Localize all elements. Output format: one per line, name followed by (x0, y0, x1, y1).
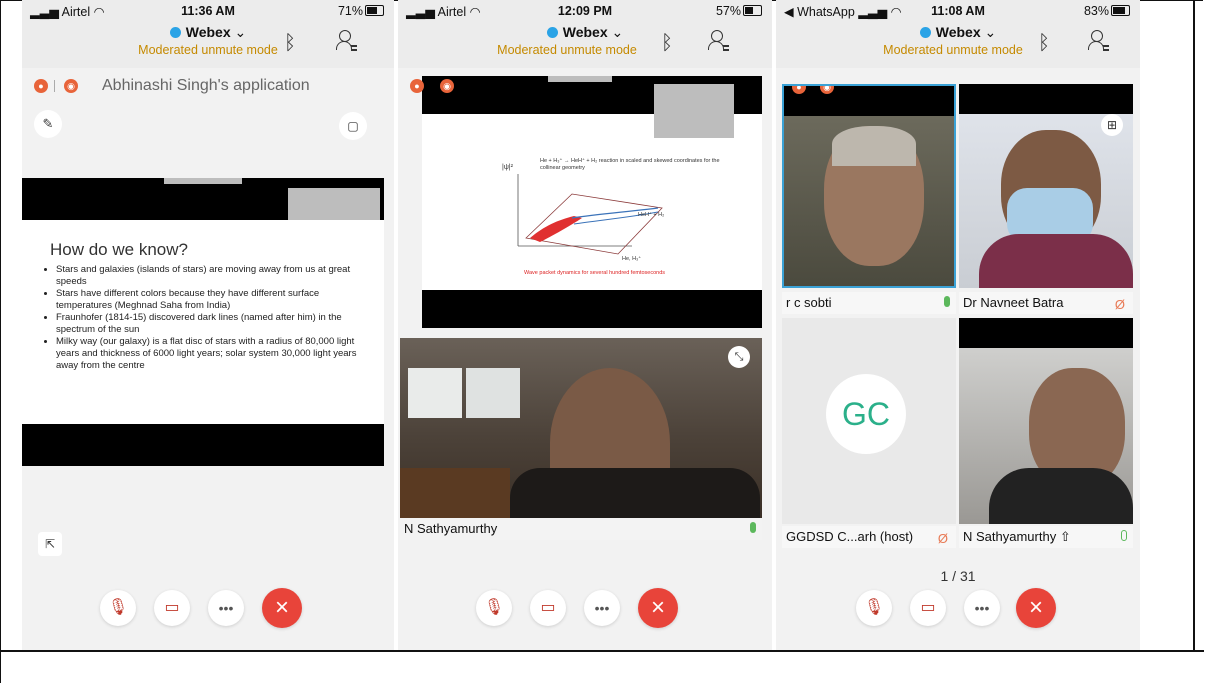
annotation-icon[interactable]: ● (410, 79, 424, 93)
record-icon[interactable]: ◉ (440, 79, 454, 93)
mute-button[interactable]: 🎙 (856, 590, 892, 626)
mic-on-icon (944, 296, 950, 307)
slide-heading: How do we know? (50, 240, 188, 259)
video-name-bar: N Sathyamurthy (400, 518, 762, 540)
avatar-initials: GC (842, 396, 890, 432)
chevron-down-icon[interactable]: ⌄ (985, 24, 997, 40)
phone-screen-2: ▂▃▅ Airtel ◠ 12:09 PM 57% Webex ⌄ Modera… (398, 0, 772, 650)
status-bar: ◀ WhatsApp ▂▃▅ ◠ 11:08 AM 83% (776, 0, 1140, 19)
slide-footer: Wave packet dynamics for several hundred… (524, 270, 666, 276)
app-title[interactable]: Webex (936, 24, 981, 40)
app-title[interactable]: Webex (563, 24, 608, 40)
participants-icon[interactable] (336, 30, 357, 52)
slide: He + H₃⁺ → HeH⁺ + H₂ reaction in scaled … (422, 114, 762, 290)
video-tile[interactable]: ⊞ (959, 84, 1133, 288)
share-icon: ⇧ (1059, 529, 1071, 544)
slide-bottom-bar (422, 290, 762, 328)
slide-bullet: Stars and galaxies (islands of stars) ar… (56, 264, 360, 288)
fullscreen-icon[interactable]: ▢ (339, 112, 367, 140)
bluetooth-icon[interactable]: ᛒ (1038, 32, 1050, 55)
more-button[interactable]: ••• (964, 590, 1000, 626)
mic-on-icon (750, 522, 756, 533)
end-call-button[interactable]: × (638, 588, 678, 628)
video-off-button[interactable]: ▭ (910, 590, 946, 626)
video-feed[interactable]: ⤡ (400, 338, 762, 518)
more-button[interactable]: ••• (584, 590, 620, 626)
slide-bottom-bar (22, 424, 384, 466)
status-bar: ▂▃▅ Airtel ◠ 11:36 AM 71% (22, 0, 394, 19)
page-indicator: 1 / 31 (940, 568, 976, 584)
avatar: GC (826, 374, 906, 454)
slide-gray-block (164, 178, 242, 184)
minimize-icon[interactable]: ⤡ (728, 346, 750, 368)
phone-screen-3: ◀ WhatsApp ▂▃▅ ◠ 11:08 AM 83% Webex ⌄ Mo… (776, 0, 1140, 650)
mic-off-icon: Ø (1114, 297, 1125, 312)
meeting-mode: Moderated unmute mode (883, 43, 1023, 57)
video-name-bar: Dr Navneet Batra Ø (959, 292, 1133, 314)
participant-name: Dr Navneet Batra (963, 295, 1064, 310)
avatar-tile[interactable]: GC (782, 318, 956, 524)
status-bar: ▂▃▅ Airtel ◠ 12:09 PM 57% (398, 0, 772, 19)
frame-line (1193, 0, 1195, 651)
video-off-button[interactable]: ▭ (530, 590, 566, 626)
slide-bullet: Stars have different colors because they… (56, 288, 360, 312)
pen-icon[interactable]: ✎ (34, 110, 62, 138)
slide-gray-block (654, 84, 734, 138)
share-title: Abhinashi Singh's application (102, 77, 310, 94)
webex-logo-icon (919, 27, 931, 38)
participant-name: r c sobti (786, 295, 832, 310)
reactant-label: He, H₃⁺ (622, 256, 642, 262)
slide-bullets: Stars and galaxies (islands of stars) ar… (48, 264, 360, 372)
frame-line (0, 650, 1204, 652)
slide-gray-block (548, 76, 612, 82)
more-button[interactable]: ••• (208, 590, 244, 626)
end-call-button[interactable]: × (262, 588, 302, 628)
phone-screen-1: ▂▃▅ Airtel ◠ 11:36 AM 71% Webex ⌄ Modera… (22, 0, 394, 650)
participant-name: N Sathyamurthy (963, 529, 1057, 544)
mute-button[interactable]: 🎙 (100, 590, 136, 626)
video-name-bar: r c sobti (782, 292, 956, 314)
chevron-down-icon[interactable]: ⌄ (612, 24, 624, 40)
slide-bullet: Fraunhofer (1814-15) discovered dark lin… (56, 312, 360, 336)
video-name-bar: N Sathyamurthy ⇧ (959, 526, 1133, 548)
webex-logo-icon (546, 27, 558, 38)
open-external-icon[interactable]: ⇱ (38, 532, 62, 556)
record-icon[interactable]: ◉ (64, 79, 78, 93)
webex-logo-icon (169, 27, 181, 38)
participants-icon[interactable] (708, 30, 729, 52)
participants-icon[interactable] (1088, 30, 1109, 52)
slide: How do we know? Stars and galaxies (isla… (22, 220, 384, 424)
mic-on-icon (1121, 530, 1127, 541)
battery-icon (1111, 5, 1130, 16)
battery-icon (743, 5, 762, 16)
chevron-down-icon[interactable]: ⌄ (235, 24, 247, 40)
annotation-icon[interactable]: ● (34, 79, 48, 93)
layout-grid-icon[interactable]: ⊞ (1101, 114, 1123, 136)
battery-icon (365, 5, 384, 16)
divider (54, 80, 55, 92)
end-call-button[interactable]: × (1016, 588, 1056, 628)
video-off-button[interactable]: ▭ (154, 590, 190, 626)
slide-bullet: Milky way (our galaxy) is a flat disc of… (56, 336, 360, 372)
wave-packet-plot (517, 174, 663, 255)
participant-name: GGDSD C...arh (host) (786, 529, 914, 544)
video-tile[interactable] (959, 318, 1133, 524)
battery-level: 71% (337, 4, 363, 18)
app-title[interactable]: Webex (186, 24, 231, 40)
participant-name: N Sathyamurthy (404, 521, 498, 536)
video-tile[interactable]: ● ◉ (782, 84, 956, 288)
bluetooth-icon[interactable]: ᛒ (661, 32, 673, 55)
product-label: HeH⁺ + H₂ (638, 212, 665, 218)
bluetooth-icon[interactable]: ᛒ (284, 32, 296, 55)
battery-level: 83% (1083, 4, 1109, 18)
mic-off-icon: Ø (937, 531, 948, 546)
battery-level: 57% (715, 4, 741, 18)
video-name-bar: GGDSD C...arh (host) Ø (782, 526, 956, 548)
mute-button[interactable]: 🎙 (476, 590, 512, 626)
